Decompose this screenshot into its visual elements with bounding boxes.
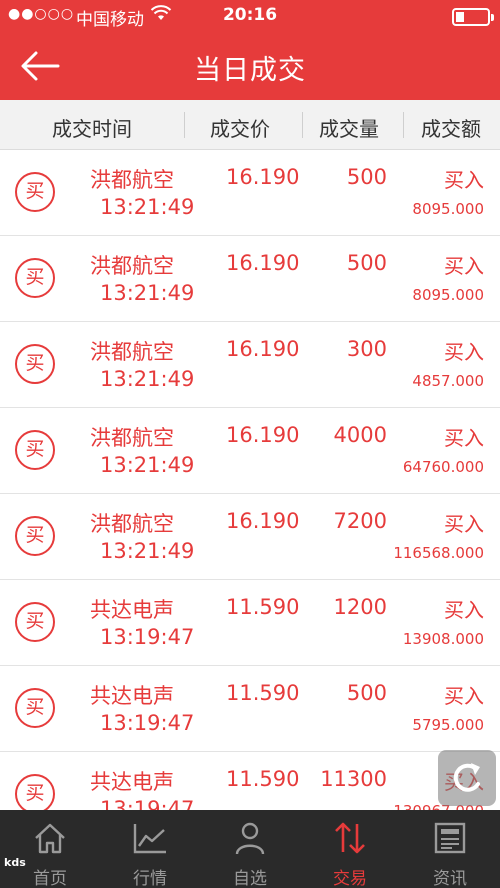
- tab-label: 自选: [233, 869, 267, 888]
- trade-amount: 8095.000: [412, 286, 484, 304]
- tab-watchlist[interactable]: 自选: [200, 810, 300, 888]
- trade-quantity: 500: [346, 251, 387, 275]
- trade-price: 16.190: [226, 165, 300, 189]
- trade-time: 13:21:49: [100, 281, 195, 305]
- table-header: 成交时间 成交价 成交量 成交额: [0, 100, 500, 150]
- tab-trade[interactable]: 交易: [300, 810, 400, 888]
- buy-badge-icon: 买: [15, 602, 55, 642]
- refresh-floating-button[interactable]: [438, 750, 496, 806]
- tab-market[interactable]: 行情: [100, 810, 200, 888]
- column-divider: [403, 112, 404, 138]
- trade-direction: 买入: [444, 168, 484, 192]
- trade-amount: 64760.000: [402, 458, 484, 476]
- status-time: 20:16: [222, 5, 278, 25]
- trade-amount: 5795.000: [412, 716, 484, 734]
- trade-price: 16.190: [226, 251, 300, 275]
- trade-quantity: 4000: [333, 423, 387, 447]
- trade-amount: 116568.000: [393, 544, 484, 562]
- trade-quantity: 7200: [333, 509, 387, 533]
- buy-badge-icon: 买: [15, 430, 55, 470]
- table-row[interactable]: 买 洪都航空 13:21:49 16.190 300 买入 4857.000: [0, 322, 500, 408]
- trade-quantity: 1200: [333, 595, 387, 619]
- table-row[interactable]: 买 洪都航空 13:21:49 16.190 7200 买入 116568.00…: [0, 494, 500, 580]
- nav-bar: 当日成交: [0, 32, 500, 100]
- battery-icon: [452, 8, 494, 26]
- buy-badge-icon: 买: [15, 172, 55, 212]
- stock-name: 洪都航空: [90, 512, 174, 536]
- table-row[interactable]: 买 共达电声 13:19:47 11.590 11300 买入 130967.0…: [0, 752, 500, 810]
- trade-direction: 买入: [444, 254, 484, 278]
- home-icon: [35, 823, 65, 854]
- watermark-logo: kds: [4, 856, 26, 869]
- trade-amount: 13908.000: [402, 630, 484, 648]
- trade-direction: 买入: [444, 598, 484, 622]
- tab-news[interactable]: 资讯: [400, 810, 500, 888]
- column-divider: [184, 112, 185, 138]
- trade-time: 13:21:49: [100, 453, 195, 477]
- trade-price: 11.590: [226, 595, 300, 619]
- trade-quantity: 500: [346, 681, 387, 705]
- person-icon: [235, 822, 265, 855]
- tab-label: 交易: [333, 869, 367, 888]
- tab-label: 资讯: [433, 869, 467, 888]
- trade-amount: 4857.000: [412, 372, 484, 390]
- trade-direction: 买入: [444, 684, 484, 708]
- tab-label: 行情: [133, 869, 167, 888]
- buy-badge-icon: 买: [15, 688, 55, 728]
- stock-name: 洪都航空: [90, 168, 174, 192]
- buy-badge-icon: 买: [15, 516, 55, 556]
- page-title: 当日成交: [194, 55, 306, 86]
- table-row[interactable]: 买 洪都航空 13:21:49 16.190 500 买入 8095.000: [0, 236, 500, 322]
- bottom-tab-bar: 首页 行情 自选 交易 资讯: [0, 810, 500, 888]
- trade-price: 16.190: [226, 423, 300, 447]
- trade-time: 13:21:49: [100, 195, 195, 219]
- stock-name: 洪都航空: [90, 426, 174, 450]
- status-bar: ●●○○○ 中国移动 20:16: [0, 0, 500, 32]
- trade-time: 13:19:47: [100, 797, 195, 810]
- chart-icon: [133, 824, 166, 854]
- trade-time: 13:19:47: [100, 625, 195, 649]
- news-icon: [434, 822, 466, 854]
- buy-badge-icon: 买: [15, 344, 55, 384]
- table-row[interactable]: 买 洪都航空 13:21:49 16.190 4000 买入 64760.000: [0, 408, 500, 494]
- stock-name: 共达电声: [90, 598, 174, 622]
- trade-arrows-icon: [335, 822, 365, 854]
- trade-time: 13:21:49: [100, 367, 195, 391]
- column-header-price: 成交价: [210, 117, 270, 141]
- trade-direction: 买入: [444, 340, 484, 364]
- column-header-quantity: 成交量: [319, 117, 379, 141]
- table-row[interactable]: 买 洪都航空 13:21:49 16.190 500 买入 8095.000: [0, 150, 500, 236]
- trade-price: 16.190: [226, 509, 300, 533]
- table-row[interactable]: 买 共达电声 13:19:47 11.590 500 买入 5795.000: [0, 666, 500, 752]
- trade-price: 11.590: [226, 681, 300, 705]
- trade-quantity: 500: [346, 165, 387, 189]
- column-header-amount: 成交额: [421, 117, 481, 141]
- trade-direction: 买入: [444, 512, 484, 536]
- trade-quantity: 300: [346, 337, 387, 361]
- stock-name: 洪都航空: [90, 254, 174, 278]
- trade-time: 13:19:47: [100, 711, 195, 735]
- stock-name: 洪都航空: [90, 340, 174, 364]
- trade-quantity: 11300: [320, 767, 387, 791]
- stock-name: 共达电声: [90, 684, 174, 708]
- tab-home[interactable]: 首页: [0, 810, 100, 888]
- table-row[interactable]: 买 共达电声 13:19:47 11.590 1200 买入 13908.000: [0, 580, 500, 666]
- column-divider: [302, 112, 303, 138]
- buy-badge-icon: 买: [15, 258, 55, 298]
- trade-direction: 买入: [444, 426, 484, 450]
- column-header-time: 成交时间: [52, 117, 132, 141]
- refresh-icon: [453, 763, 480, 792]
- stock-name: 共达电声: [90, 770, 174, 794]
- trade-time: 13:21:49: [100, 539, 195, 563]
- trade-amount: 8095.000: [412, 200, 484, 218]
- trade-list[interactable]: 买 洪都航空 13:21:49 16.190 500 买入 8095.000 买…: [0, 150, 500, 810]
- trade-price: 11.590: [226, 767, 300, 791]
- trade-price: 16.190: [226, 337, 300, 361]
- buy-badge-icon: 买: [15, 774, 55, 810]
